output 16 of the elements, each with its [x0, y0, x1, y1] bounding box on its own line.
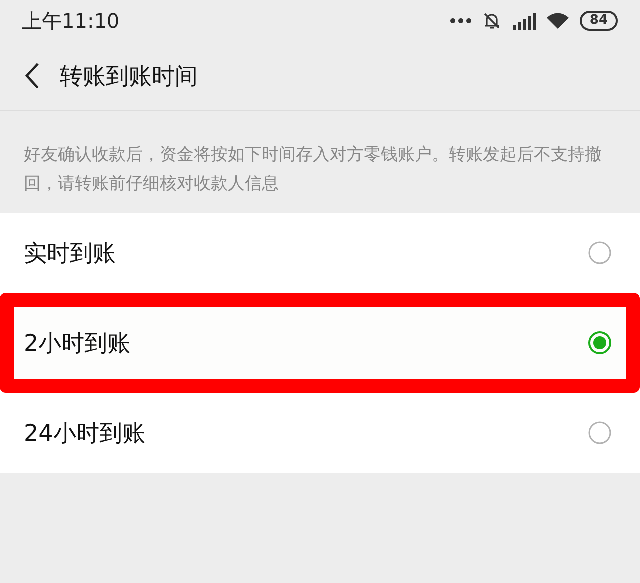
status-time: 上午11:10	[22, 8, 120, 34]
more-dots-icon	[450, 18, 472, 24]
battery-indicator: 84	[580, 11, 618, 31]
option-label: 24小时到账	[24, 420, 146, 448]
muted-bell-icon	[482, 11, 502, 31]
signal-icon	[512, 12, 536, 30]
description-text: 好友确认收款后，资金将按如下时间存入对方零钱账户。转账发起后不支持撤回，请转账前仔细核对收款人信息	[23, 144, 603, 196]
back-icon[interactable]	[24, 62, 40, 90]
page-title: 转账到账时间	[60, 62, 198, 92]
radio-button[interactable]	[588, 421, 612, 445]
option-label: 实时到账	[24, 240, 116, 268]
option-row[interactable]: 2小时到账	[0, 293, 640, 393]
radio-button[interactable]	[588, 241, 612, 265]
option-label: 2小时到账	[24, 330, 131, 358]
wifi-icon	[546, 12, 570, 30]
radio-button[interactable]	[588, 331, 612, 355]
